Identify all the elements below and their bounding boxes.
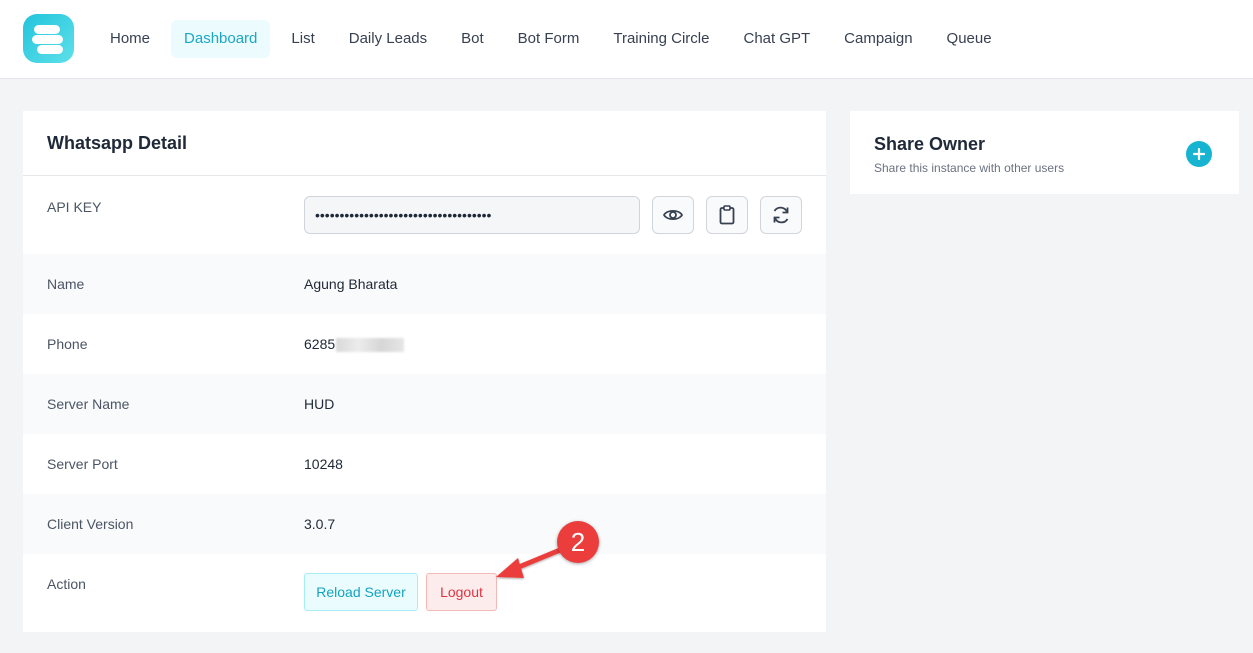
redacted-phone-digits bbox=[336, 338, 405, 353]
nav-item-bot[interactable]: Bot bbox=[448, 20, 497, 58]
card-title: Whatsapp Detail bbox=[47, 132, 188, 153]
name-value: Agung Bharata bbox=[304, 276, 398, 292]
server-name-row: Server Name HUD bbox=[23, 374, 826, 434]
name-row: Name Agung Bharata bbox=[23, 254, 826, 314]
phone-value: 6285 bbox=[304, 336, 405, 353]
refresh-icon[interactable] bbox=[760, 196, 802, 234]
share-owner-subtitle: Share this instance with other users bbox=[874, 161, 1065, 175]
server-name-label: Server Name bbox=[47, 396, 130, 412]
phone-row: Phone 6285 bbox=[23, 314, 826, 374]
eye-icon[interactable] bbox=[652, 196, 694, 234]
nav-item-queue[interactable]: Queue bbox=[934, 20, 1005, 58]
nav-item-home[interactable]: Home bbox=[97, 20, 163, 58]
phone-number-visible: 6285 bbox=[304, 336, 336, 352]
nav-item-chat-gpt[interactable]: Chat GPT bbox=[730, 20, 823, 58]
card-header: Whatsapp Detail bbox=[23, 111, 826, 176]
reload-server-button[interactable]: Reload Server bbox=[304, 573, 418, 611]
name-label: Name bbox=[47, 276, 85, 292]
nav-item-bot-form[interactable]: Bot Form bbox=[505, 20, 593, 58]
api-key-row: API KEY ••••••••••••••••••••••••••••••••… bbox=[23, 176, 826, 254]
share-owner-card: Share Owner Share this instance with oth… bbox=[850, 111, 1239, 194]
nav-item-dashboard[interactable]: Dashboard bbox=[171, 20, 271, 58]
action-row: Action Reload Server Logout bbox=[23, 554, 826, 632]
api-key-label: API KEY bbox=[47, 199, 102, 215]
action-label: Action bbox=[47, 576, 86, 592]
server-port-value: 10248 bbox=[304, 456, 343, 472]
nav-item-list[interactable]: List bbox=[278, 20, 327, 58]
phone-label: Phone bbox=[47, 336, 88, 352]
share-owner-title: Share Owner bbox=[874, 134, 986, 154]
client-version-value: 3.0.7 bbox=[304, 516, 336, 532]
whatsapp-detail-card: Whatsapp Detail API KEY ••••••••••••••••… bbox=[23, 111, 826, 632]
client-version-label: Client Version bbox=[47, 516, 134, 532]
app-logo[interactable] bbox=[23, 14, 74, 63]
nav-item-campaign[interactable]: Campaign bbox=[831, 20, 925, 58]
plus-icon[interactable] bbox=[1186, 141, 1212, 167]
api-key-field[interactable]: •••••••••••••••••••••••••••••••••••• bbox=[304, 196, 640, 234]
annotation-step-badge: 2 bbox=[557, 521, 599, 563]
top-navbar: Home Dashboard List Daily Leads Bot Bot … bbox=[0, 0, 1253, 79]
server-port-row: Server Port 10248 bbox=[23, 434, 826, 494]
nav-item-daily-leads[interactable]: Daily Leads bbox=[336, 20, 440, 58]
clipboard-icon[interactable] bbox=[706, 196, 748, 234]
main-nav: Home Dashboard List Daily Leads Bot Bot … bbox=[97, 20, 1013, 58]
nav-item-training-circle[interactable]: Training Circle bbox=[600, 20, 722, 58]
server-name-value: HUD bbox=[304, 396, 335, 412]
server-port-label: Server Port bbox=[47, 456, 118, 472]
client-version-row: Client Version 3.0.7 bbox=[23, 494, 826, 554]
logout-button[interactable]: Logout bbox=[426, 573, 497, 611]
